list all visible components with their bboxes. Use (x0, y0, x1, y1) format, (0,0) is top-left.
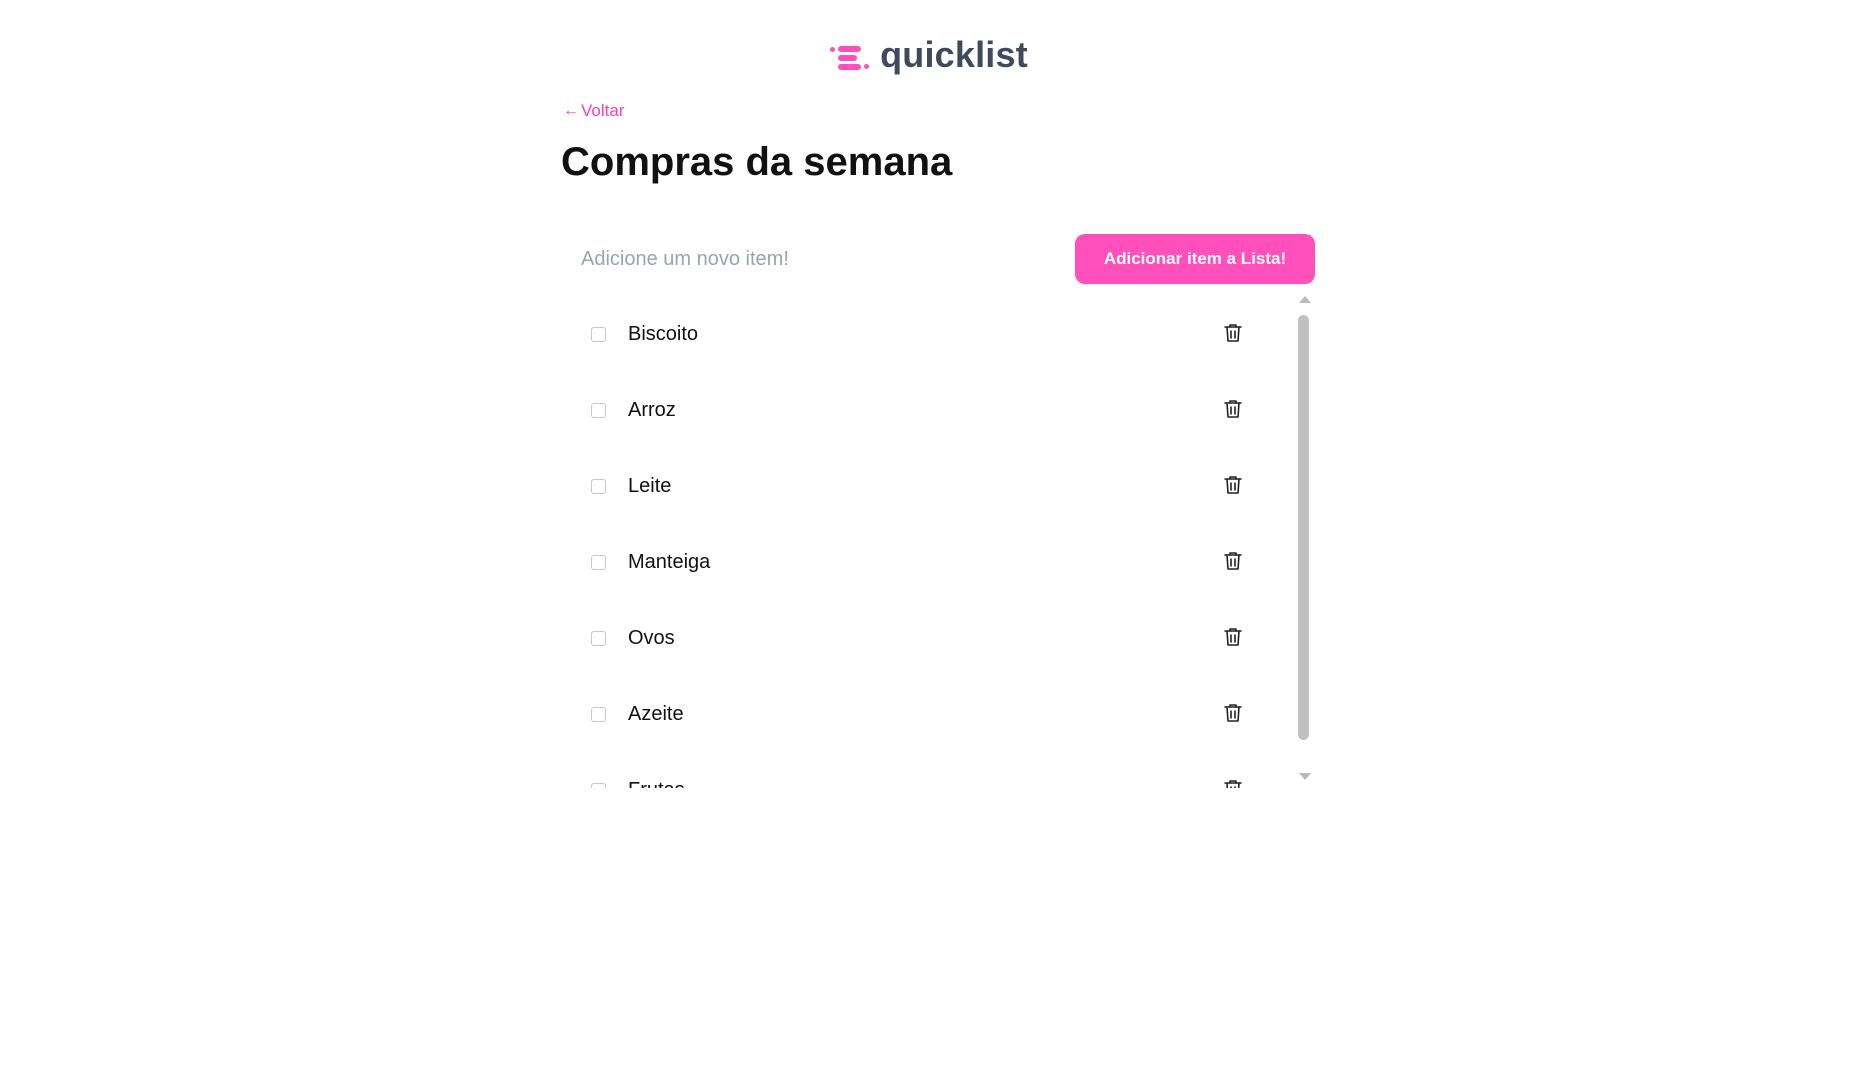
scroll-up-arrow-icon[interactable] (1299, 296, 1311, 303)
page-title: Compras da semana (561, 140, 953, 184)
scrollbar-thumb[interactable] (1298, 315, 1309, 740)
item-checkbox[interactable] (591, 782, 606, 788)
delete-item-button[interactable] (1219, 700, 1247, 728)
back-link-label: Voltar (581, 101, 625, 120)
back-link[interactable]: ← Voltar (563, 101, 624, 121)
item-label: Leite (628, 474, 672, 497)
delete-item-button[interactable] (1219, 320, 1247, 348)
list-scrollbar[interactable] (1296, 296, 1312, 780)
item-checkbox[interactable] (591, 478, 606, 494)
list-item: Ovos (563, 600, 1283, 676)
list-item: Biscoito (563, 296, 1283, 372)
add-item-button[interactable]: Adicionar item a Lista! (1075, 234, 1315, 284)
trash-icon (1221, 701, 1245, 728)
trash-icon (1221, 397, 1245, 424)
list-item: Manteiga (563, 524, 1283, 600)
trash-icon (1221, 549, 1245, 576)
arrow-left-icon: ← (563, 102, 579, 119)
trash-icon (1221, 777, 1245, 788)
scroll-down-arrow-icon[interactable] (1299, 773, 1311, 780)
add-item-form: Adicionar item a Lista! (563, 234, 1315, 284)
item-checkbox[interactable] (591, 554, 606, 570)
item-label: Manteiga (628, 550, 711, 573)
logo-list-icon (830, 38, 870, 72)
item-checkbox[interactable] (591, 402, 606, 418)
delete-item-button[interactable] (1219, 472, 1247, 500)
item-checkbox[interactable] (591, 630, 606, 646)
trash-icon (1221, 473, 1245, 500)
item-checkbox[interactable] (591, 706, 606, 722)
list-item: Leite (563, 448, 1283, 524)
item-label: Biscoito (628, 322, 699, 345)
item-label: Frutas (628, 779, 1219, 789)
delete-item-button[interactable] (1219, 548, 1247, 576)
delete-item-button[interactable] (1219, 776, 1247, 788)
delete-item-button[interactable] (1219, 624, 1247, 652)
item-checkbox[interactable] (591, 326, 606, 342)
item-list: Biscoito Arroz Leite Manteiga Ovos Azeite Frut… (563, 296, 1283, 788)
list-item: Frutas (563, 752, 1283, 788)
list-item: Arroz (563, 372, 1283, 448)
trash-icon (1221, 321, 1245, 348)
item-label: Azeite (628, 702, 684, 725)
item-list-container: Biscoito Arroz Leite Manteiga Ovos Azeite Frut… (563, 296, 1315, 788)
item-label: Arroz (628, 398, 676, 421)
logo-text: quicklist (880, 34, 1028, 75)
new-item-input[interactable] (563, 239, 1043, 279)
list-item: Azeite (563, 676, 1283, 752)
header: quicklist (0, 34, 1858, 76)
trash-icon (1221, 625, 1245, 652)
delete-item-button[interactable] (1219, 396, 1247, 424)
logo: quicklist (830, 34, 1028, 76)
item-label: Ovos (628, 626, 675, 649)
